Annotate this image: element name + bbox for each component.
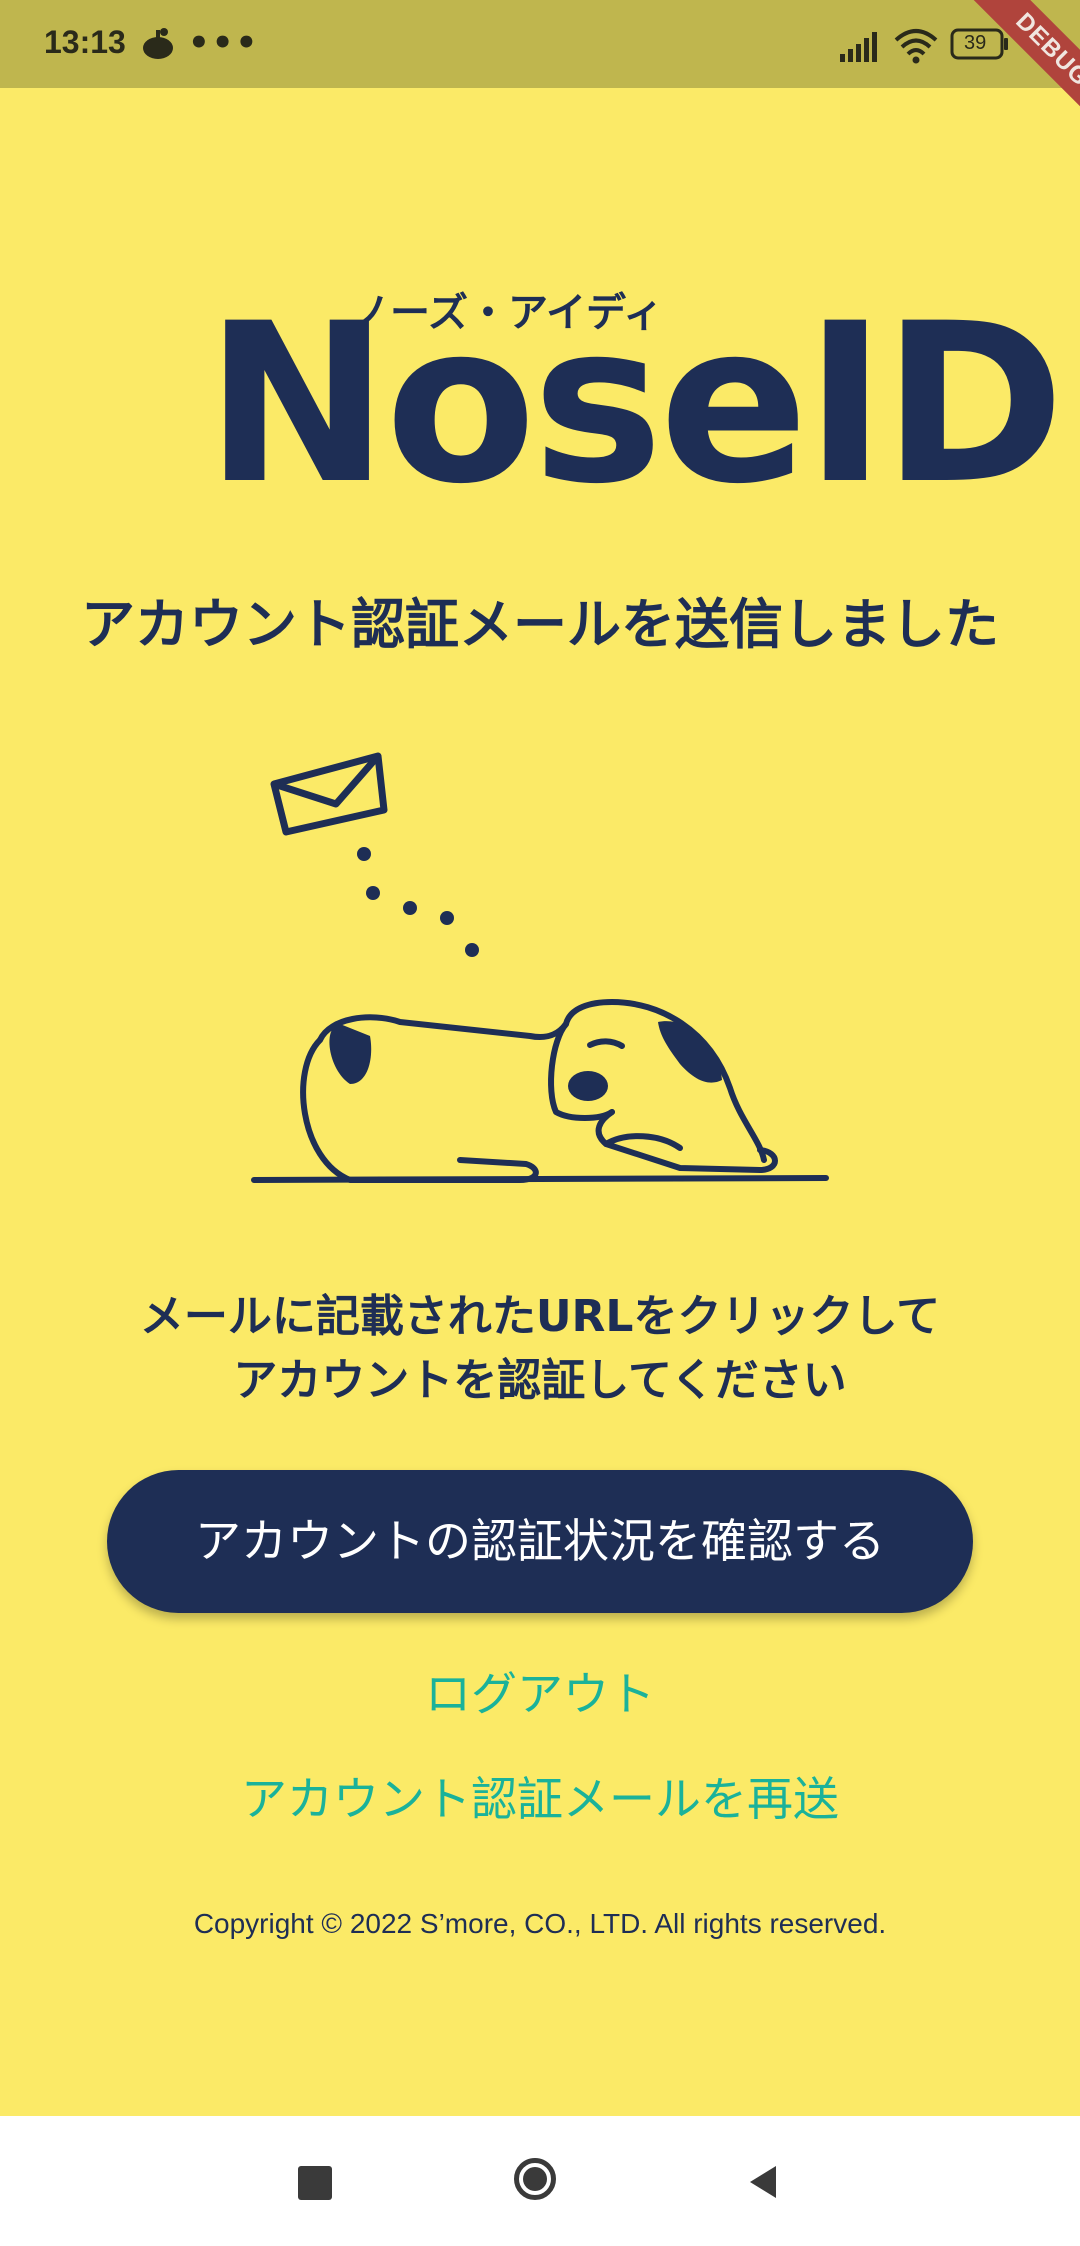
noseid-logo: ノーズ・アイディ NoseID	[205, 280, 1065, 514]
sleeping-dog-illustration	[251, 752, 829, 1183]
page-title: アカウント認証メールを送信しました	[81, 593, 999, 656]
resend-verification-email-link[interactable]: アカウント認証メールを再送	[0, 1763, 1080, 1829]
home-circle-dot	[523, 2167, 547, 2191]
instructions-line-1: メールに記載されたURLをクリックして	[139, 1291, 941, 1342]
logo-wordmark: NoseID	[205, 276, 1065, 532]
status-bar: 13:13 ••• 39 DEBUG	[0, 0, 1080, 142]
logout-link[interactable]: ログアウト	[0, 1658, 1080, 1724]
instructions-line-2: アカウントを認証してください	[233, 1355, 847, 1406]
copyright: Copyright © 2022 S’more, CO., LTD. All r…	[193, 1908, 887, 1939]
back-triangle-icon[interactable]	[744, 2162, 780, 2202]
system-nav-bar	[0, 2116, 1080, 2246]
instructions: メールに記載されたURLをクリックして アカウントを認証してください	[0, 1285, 1080, 1413]
more-dots-icon: •••	[188, 23, 260, 63]
signal-icon	[840, 32, 877, 62]
debug-banner: DEBUG	[920, 0, 1080, 160]
notification-icon	[143, 28, 173, 59]
status-time: 13:13	[44, 24, 126, 60]
debug-banner-label: DEBUG	[960, 0, 1080, 142]
envelope-icon	[270, 752, 388, 836]
check-verification-status-button[interactable]: アカウントの認証状況を確認する	[107, 1470, 973, 1613]
recent-apps-square-icon[interactable]	[298, 2166, 332, 2200]
